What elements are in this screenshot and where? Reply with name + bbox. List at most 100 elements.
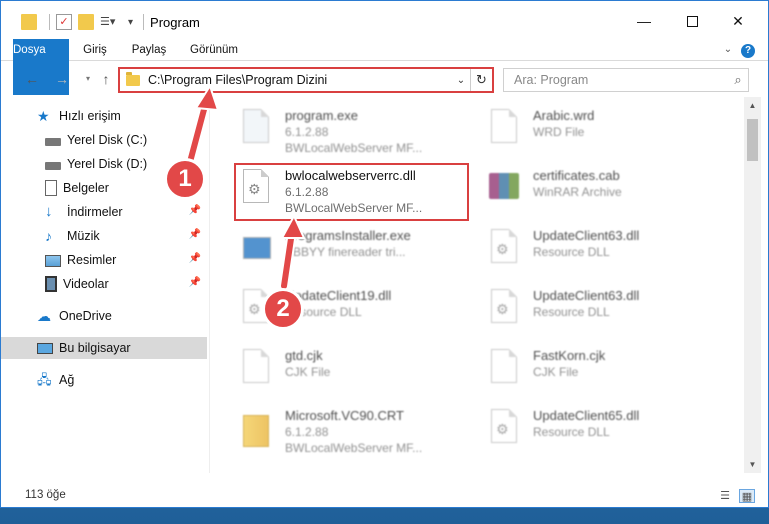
scrollbar-thumb[interactable] — [747, 119, 758, 161]
cloud-icon: ☁ — [37, 308, 51, 324]
details-view-icon[interactable]: ☰ — [717, 489, 733, 503]
gear-icon: ⚙ — [248, 301, 261, 317]
pin-icon[interactable]: 📌 — [189, 205, 201, 216]
sidebar-item-quick-access[interactable]: ★ Hızlı erişim — [1, 105, 207, 127]
properties-icon[interactable]: ✓ — [56, 14, 72, 30]
sidebar-item-label: Yerel Disk (C:) — [67, 133, 148, 147]
up-button[interactable]: ↑ — [97, 70, 115, 88]
customize-icon[interactable]: ☰▾ — [100, 14, 122, 30]
list-item[interactable]: certificates.cab WinRAR Archive — [483, 163, 723, 219]
sidebar-item-network[interactable]: 🖧 Ağ — [1, 369, 207, 391]
tab-view[interactable]: Görünüm — [181, 39, 247, 61]
gear-icon: ⚙ — [496, 301, 509, 317]
scroll-up-icon[interactable]: ▲ — [744, 97, 761, 114]
tiles-view-icon[interactable]: ▦ — [739, 489, 755, 503]
exe-icon — [235, 107, 275, 155]
file-name: UpdateClient63.dll — [533, 228, 640, 243]
pin-icon[interactable]: 📌 — [189, 229, 201, 240]
file-detail: BWLocalWebServer MF... — [285, 141, 423, 155]
file-detail: WRD File — [533, 125, 585, 139]
gear-icon: ⚙ — [496, 241, 509, 257]
list-item[interactable]: ⚙ UpdateClient63.dll Resource DLL — [483, 283, 723, 339]
drive-icon — [45, 162, 61, 170]
file-detail: CJK File — [285, 365, 331, 379]
toolbar-dropdown-icon[interactable]: ▾ — [128, 17, 133, 28]
recent-locations-icon[interactable]: ▾ — [79, 70, 97, 88]
new-folder-icon[interactable] — [78, 14, 94, 30]
forward-button[interactable]: → — [53, 70, 71, 88]
help-icon[interactable]: ? — [739, 39, 757, 61]
file-detail: Resource DLL — [533, 425, 610, 439]
file-icon — [235, 347, 275, 395]
pictures-icon — [45, 255, 61, 267]
expand-ribbon-icon[interactable]: ⌄ — [719, 39, 737, 61]
file-detail: CJK File — [533, 365, 579, 379]
archive-icon — [483, 167, 523, 215]
gear-icon: ⚙ — [496, 421, 509, 437]
dll-icon: ⚙ — [483, 407, 523, 455]
close-icon: ✕ — [732, 12, 744, 29]
file-name: gtd.cjk — [285, 348, 323, 363]
sidebar-item-disk-c[interactable]: Yerel Disk (C:) — [1, 129, 207, 151]
sidebar-item-pictures[interactable]: Resimler 📌 — [1, 249, 207, 271]
separator — [143, 14, 145, 30]
file-detail: Resource DLL — [533, 305, 610, 319]
file-detail: ABBYY finereader tri... — [285, 245, 406, 259]
pin-icon[interactable]: 📌 — [189, 253, 201, 264]
address-path[interactable]: C:\Program Files\Program Dizini — [148, 73, 452, 87]
close-button[interactable]: ✕ — [723, 9, 753, 33]
dll-icon: ⚙ — [483, 287, 523, 335]
file-detail: Resource DLL — [533, 245, 610, 259]
file-detail: 6.1.2.88 — [285, 125, 329, 139]
back-button[interactable]: ← — [23, 70, 41, 88]
documents-icon — [45, 180, 57, 196]
file-name: program.exe — [285, 108, 358, 123]
address-row: ← → ▾ ↑ C:\Program Files\Program Dizini … — [1, 61, 768, 97]
list-item[interactable]: Microsoft.VC90.CRT 6.1.2.88 BWLocalWebServ… — [235, 403, 475, 459]
search-box[interactable]: Ara: Program ⌕ — [503, 68, 749, 92]
sidebar-item-label: Ağ — [59, 373, 75, 387]
file-highlight-box — [234, 163, 469, 221]
tab-share[interactable]: Paylaş — [125, 39, 173, 61]
file-list: program.exe 6.1.2.88 BWLocalWebServer MF..… — [227, 97, 743, 473]
search-icon[interactable]: ⌕ — [728, 72, 748, 88]
folder-icon — [126, 71, 140, 86]
file-detail: BWLocalWebServer MF... — [285, 441, 423, 455]
sidebar-item-label: Belgeler — [63, 181, 109, 195]
list-item[interactable]: gtd.cjk CJK File — [235, 343, 475, 399]
minimize-button[interactable]: — — [629, 9, 659, 33]
refresh-icon[interactable]: ↻ — [470, 69, 492, 91]
computer-icon — [37, 343, 53, 354]
chevron-down-icon[interactable]: ⌄ — [452, 75, 470, 86]
list-item[interactable]: ⚙ UpdateClient63.dll Resource DLL — [483, 223, 723, 279]
list-item[interactable]: program.exe 6.1.2.88 BWLocalWebServer MF..… — [235, 103, 475, 159]
installer-icon — [235, 227, 275, 275]
file-name: UpdateClient65.dll — [533, 408, 640, 423]
sidebar-item-music[interactable]: ♪ Müzik 📌 — [1, 225, 207, 247]
sidebar-item-label: Hızlı erişim — [59, 109, 121, 123]
pin-icon[interactable]: 📌 — [189, 277, 201, 288]
file-name: FastKorn.cjk — [533, 348, 606, 363]
sidebar-item-onedrive[interactable]: ☁ OneDrive — [1, 305, 207, 327]
scroll-down-icon[interactable]: ▼ — [744, 456, 761, 473]
tab-home[interactable]: Giriş — [75, 39, 115, 61]
sidebar-item-downloads[interactable]: ↓ İndirmeler 📌 — [1, 201, 207, 223]
download-icon: ↓ — [45, 203, 53, 220]
vertical-scrollbar[interactable]: ▲ ▼ — [744, 97, 761, 473]
list-item[interactable]: ProgramsInstaller.exe ABBYY finereader tr… — [235, 223, 475, 279]
address-bar[interactable]: C:\Program Files\Program Dizini ⌄ ↻ — [118, 67, 494, 93]
file-name: Microsoft.VC90.CRT — [285, 408, 404, 423]
list-item[interactable]: FastKorn.cjk CJK File — [483, 343, 723, 399]
sidebar-item-this-pc[interactable]: Bu bilgisayar — [1, 337, 207, 359]
sidebar-item-videos[interactable]: Videolar 📌 — [1, 273, 207, 295]
search-placeholder[interactable]: Ara: Program — [514, 73, 728, 87]
drive-icon — [45, 138, 61, 146]
list-item[interactable]: ⚙ UpdateClient65.dll Resource DLL — [483, 403, 723, 459]
pane-splitter[interactable] — [209, 97, 210, 473]
dll-icon: ⚙ — [483, 227, 523, 275]
maximize-button[interactable] — [677, 9, 707, 33]
folder-icon — [235, 407, 275, 455]
list-item[interactable]: Arabic.wrd WRD File — [483, 103, 723, 159]
sidebar-item-label: Yerel Disk (D:) — [67, 157, 148, 171]
folder-icon — [21, 14, 37, 30]
